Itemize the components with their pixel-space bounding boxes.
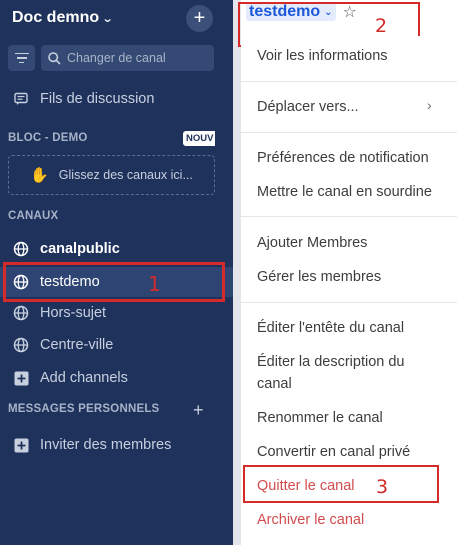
- filter-icon: [14, 52, 29, 55]
- search-icon: [48, 51, 61, 65]
- section-header-block[interactable]: BLOC - DEMO: [8, 132, 88, 144]
- team-name: Doc demno: [12, 9, 100, 26]
- sidebar-item-label: canalpublic: [40, 241, 120, 257]
- menu-item-view-info[interactable]: Voir les informations: [257, 45, 388, 67]
- sidebar-item-label: Centre-ville: [40, 337, 114, 353]
- menu-item-move-to[interactable]: Déplacer vers...: [257, 96, 359, 118]
- menu-item-add-members[interactable]: Ajouter Membres: [257, 232, 367, 254]
- search-placeholder: Changer de canal: [67, 51, 166, 65]
- sidebar-item-label: Fils de discussion: [40, 91, 155, 107]
- globe-icon: [12, 304, 30, 322]
- threads-icon: [12, 90, 30, 108]
- plus-box-icon: [12, 436, 30, 454]
- menu-item-rename-channel[interactable]: Renommer le canal: [257, 407, 383, 429]
- section-header-dm[interactable]: MESSAGES PERSONNELS: [8, 403, 159, 415]
- menu-separator: [241, 81, 457, 82]
- menu-separator: [241, 216, 457, 217]
- menu-separator: [241, 302, 457, 303]
- pane-divider: [233, 0, 241, 545]
- globe-icon: [12, 336, 30, 354]
- invite-members-button[interactable]: Inviter des membres: [0, 432, 233, 458]
- add-channels-button[interactable]: Add channels: [0, 365, 233, 391]
- sidebar-item-threads[interactable]: Fils de discussion: [0, 86, 233, 112]
- hand-icon: ✋: [30, 167, 49, 184]
- sidebar-item-label: Hors-sujet: [40, 305, 107, 321]
- menu-item-edit-purpose[interactable]: Éditer la description du canal: [257, 351, 437, 395]
- annotation-number-1: 1: [148, 272, 161, 296]
- menu-item-edit-header[interactable]: Éditer l'entête du canal: [257, 317, 404, 339]
- menu-item-manage-members[interactable]: Gérer les membres: [257, 266, 381, 288]
- chevron-down-icon: ⌄: [101, 12, 114, 25]
- drop-zone: ✋ Glissez des canaux ici...: [8, 155, 215, 195]
- sidebar-item-centre-ville[interactable]: Centre-ville: [0, 332, 233, 358]
- menu-item-mute-channel[interactable]: Mettre le canal en sourdine: [257, 181, 432, 203]
- new-badge: NOUV: [183, 131, 215, 146]
- menu-item-notification-preferences[interactable]: Préférences de notification: [257, 147, 429, 169]
- sidebar-item-label: Inviter des membres: [40, 437, 172, 453]
- sidebar-item-label: Add channels: [40, 370, 128, 386]
- channel-switcher-input[interactable]: Changer de canal: [41, 45, 214, 71]
- annotation-number-3: 3: [376, 476, 389, 498]
- menu-separator: [241, 132, 457, 133]
- filter-icon-line: [19, 61, 24, 64]
- add-button[interactable]: +: [186, 5, 213, 32]
- add-dm-plus-icon[interactable]: +: [193, 400, 204, 421]
- annotation-box-3: [243, 465, 439, 503]
- sidebar-item-canalpublic[interactable]: canalpublic: [0, 236, 233, 262]
- filter-icon-line: [16, 57, 27, 59]
- filter-button[interactable]: [8, 45, 35, 71]
- annotation-box-1: [3, 262, 225, 302]
- sidebar-item-hors-sujet[interactable]: Hors-sujet: [0, 300, 233, 326]
- chevron-right-icon: ›: [427, 97, 432, 113]
- menu-item-convert-private[interactable]: Convertir en canal privé: [257, 441, 410, 463]
- drop-hint: Glissez des canaux ici...: [58, 168, 193, 182]
- menu-item-archive-channel[interactable]: Archiver le canal: [257, 509, 364, 531]
- plus-box-icon: [12, 369, 30, 387]
- section-header-channels[interactable]: CANAUX: [8, 210, 58, 222]
- sidebar: Doc demno ⌄ + Changer de canal Fils de d…: [0, 0, 233, 545]
- globe-icon: [12, 240, 30, 258]
- team-menu-button[interactable]: Doc demno ⌄: [12, 8, 114, 28]
- annotation-number-2: 2: [375, 15, 388, 37]
